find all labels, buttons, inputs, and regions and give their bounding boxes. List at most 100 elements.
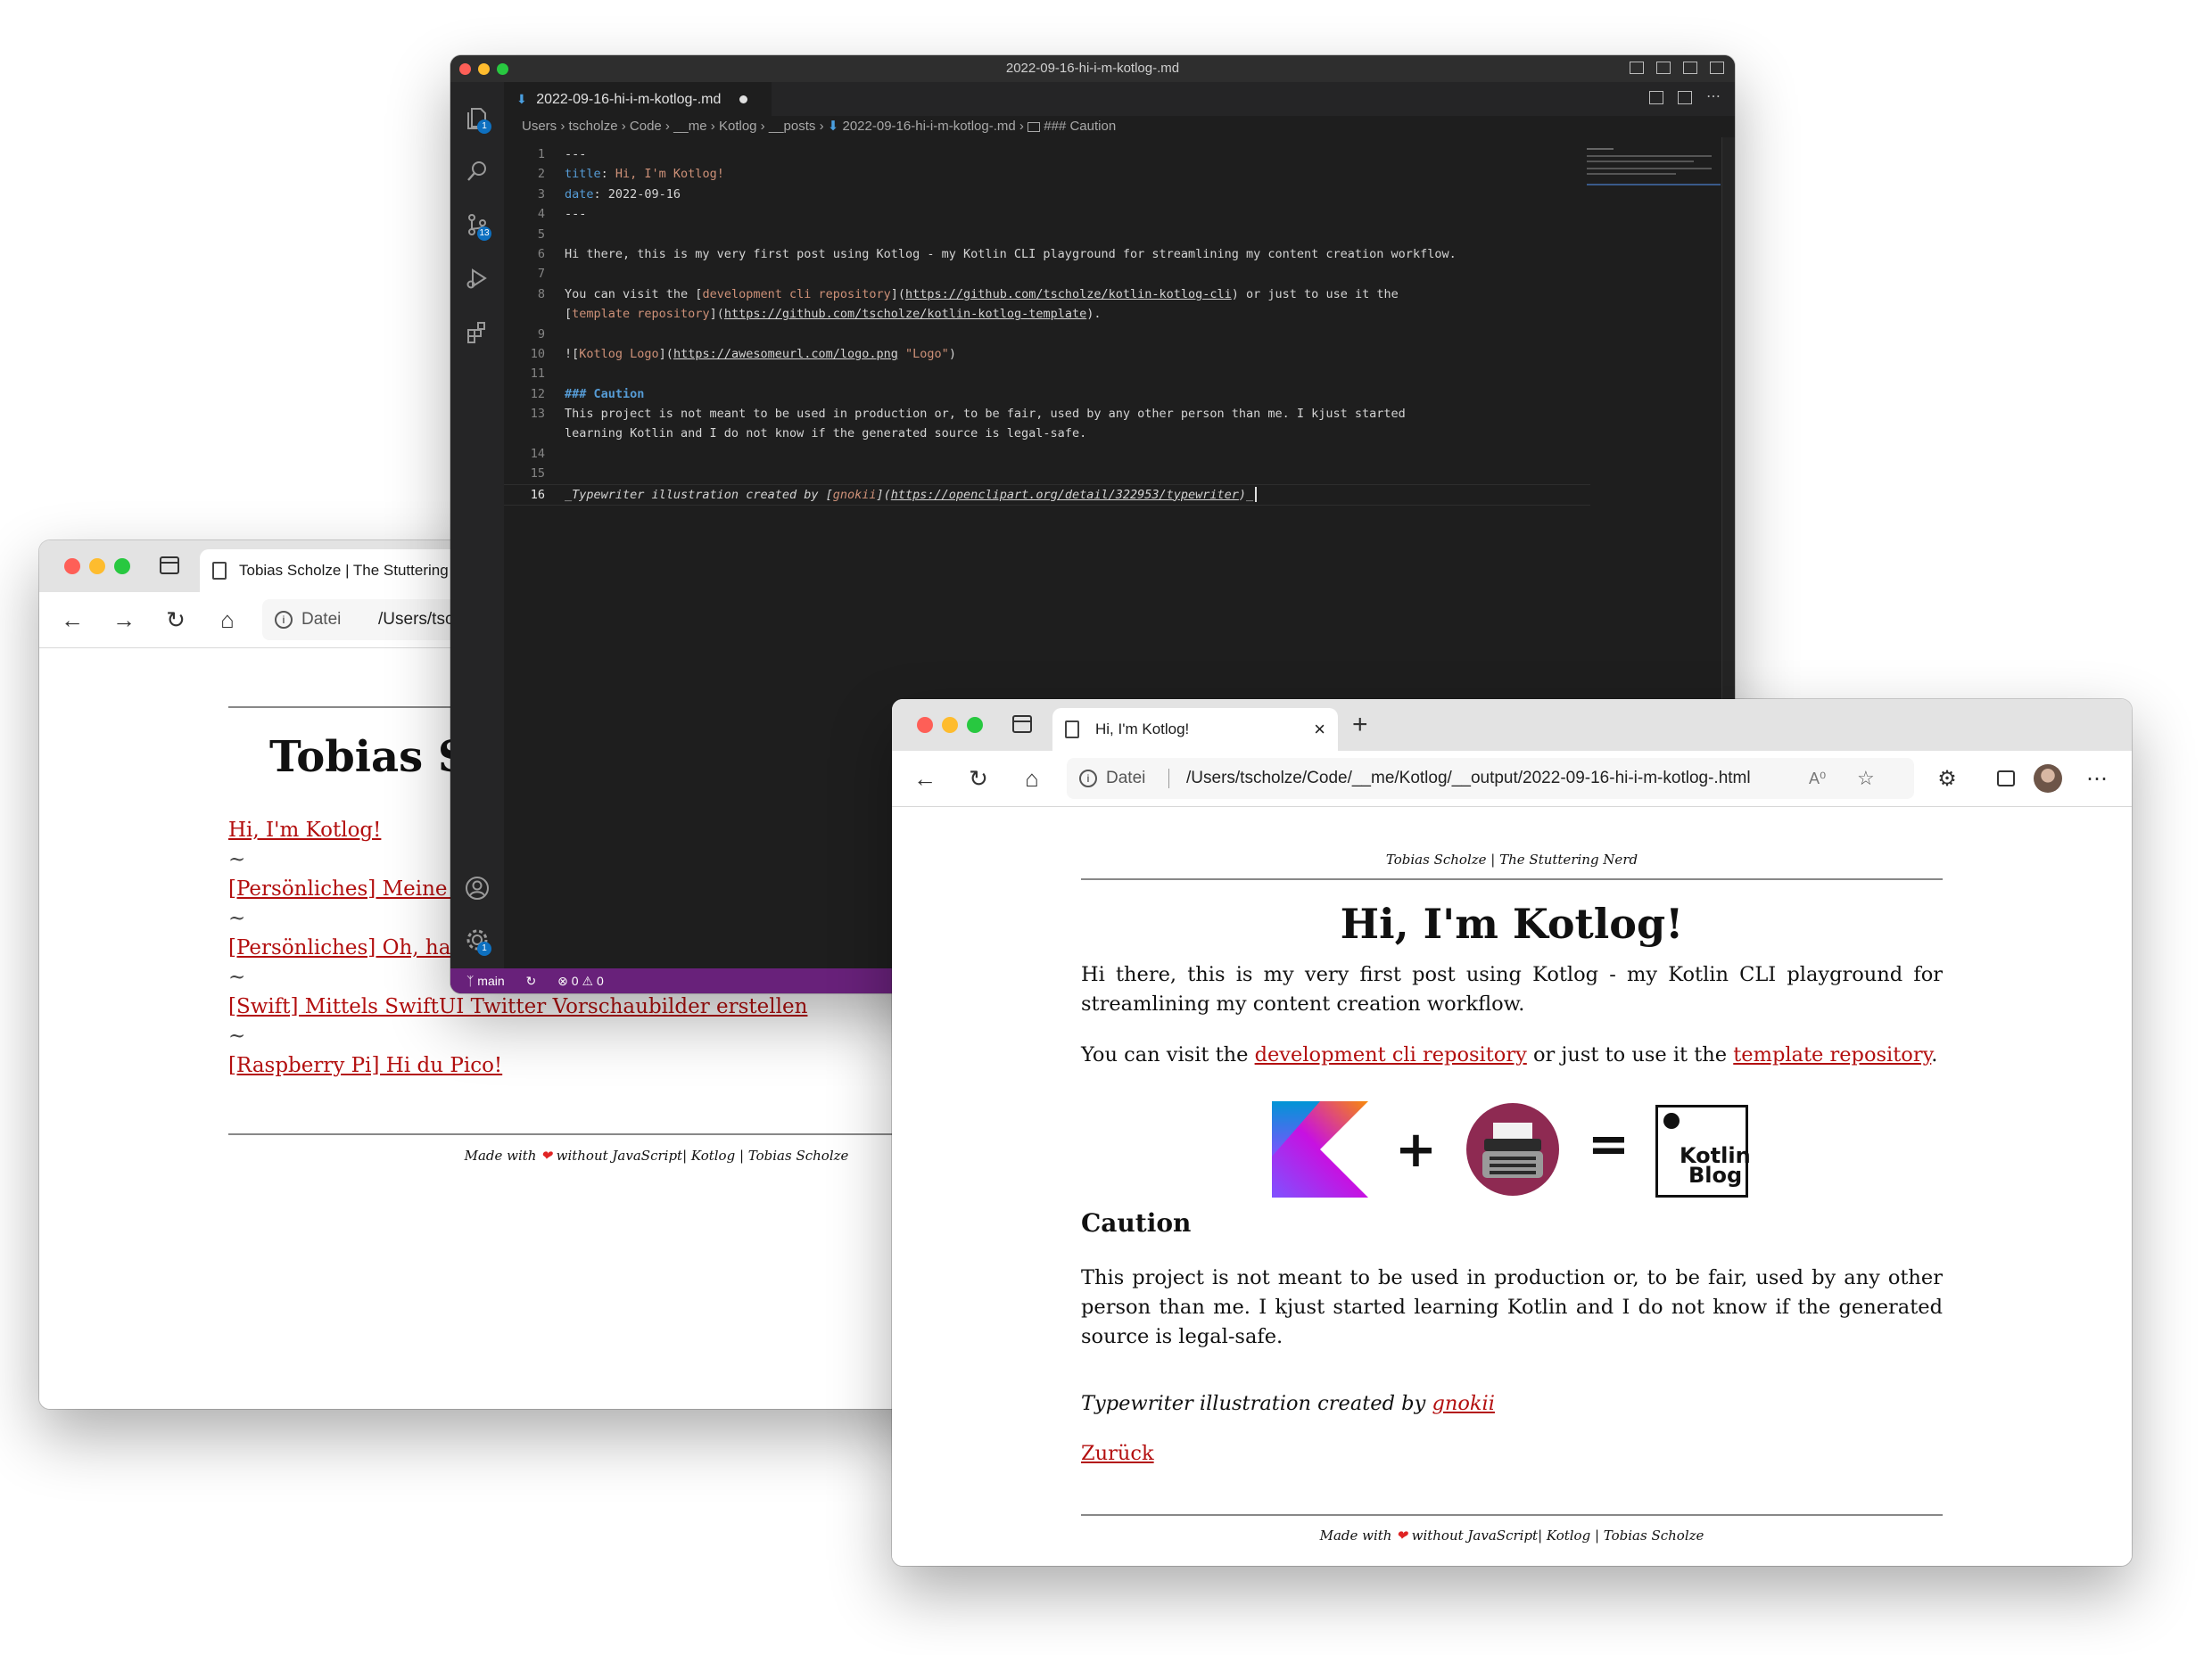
code-line: 9 bbox=[537, 326, 545, 342]
kotlin-blog-badge-icon bbox=[1663, 1113, 1680, 1129]
address-bar[interactable]: i Datei /Users/tscholze/Code/__me/Kotlog… bbox=[1067, 758, 1914, 799]
page-icon bbox=[1065, 720, 1079, 738]
minimap[interactable] bbox=[1587, 144, 1721, 198]
gnokii-link[interactable]: gnokii bbox=[1432, 1392, 1494, 1415]
close-window-button[interactable] bbox=[459, 63, 471, 75]
back-arrow-icon[interactable]: ← bbox=[55, 603, 89, 637]
breadcrumb-item[interactable]: 2022-09-16-hi-i-m-kotlog-.md bbox=[843, 119, 1016, 134]
intro-paragraph: Hi there, this is my very first post usi… bbox=[1081, 963, 1943, 1016]
layout-toggle-icons[interactable] bbox=[1630, 62, 1724, 74]
code-line: 13 This project is not meant to be used i… bbox=[530, 407, 1406, 422]
branch-name[interactable]: main bbox=[477, 974, 504, 988]
breadcrumb-item[interactable]: Code bbox=[630, 119, 662, 134]
split-editor-icon[interactable] bbox=[1678, 91, 1692, 104]
toggle-panel-icon[interactable] bbox=[1656, 62, 1671, 74]
right-browser-toolbar: ← ↻ ⌂ i Datei /Users/tscholze/Code/__me/… bbox=[892, 751, 2132, 807]
settings-badge: 1 bbox=[477, 942, 491, 956]
right-browser-tabbar: Hi, I'm Kotlog! × + bbox=[892, 699, 2132, 751]
post-title: Hi, I'm Kotlog! bbox=[1340, 900, 1684, 948]
close-window-button[interactable] bbox=[64, 558, 80, 574]
code-line: 3 date: 2022-09-16 bbox=[537, 186, 681, 202]
caution-heading: Caution bbox=[1081, 1208, 1192, 1238]
home-icon[interactable]: ⌂ bbox=[1015, 762, 1049, 795]
code-editor[interactable]: 1 --- 2 title: Hi, I'm Kotlog! 3 date: 2022… bbox=[504, 144, 1724, 506]
maximize-window-button[interactable] bbox=[967, 717, 983, 733]
settings-gear-icon[interactable]: 1 bbox=[459, 922, 495, 958]
accounts-icon[interactable] bbox=[459, 870, 495, 906]
run-debug-icon[interactable] bbox=[459, 260, 495, 296]
caution-paragraph: This project is not meant to be used in … bbox=[1081, 1266, 1943, 1348]
post-link[interactable]: [Swift] Mittels SwiftUI Twitter Vorschau… bbox=[228, 995, 807, 1018]
reload-icon[interactable]: ↻ bbox=[159, 603, 193, 637]
development-cli-repository-link[interactable]: development cli repository bbox=[1255, 1043, 1527, 1066]
reload-icon[interactable]: ↻ bbox=[962, 762, 995, 795]
home-icon[interactable]: ⌂ bbox=[210, 603, 244, 637]
warning-icon[interactable]: ⚠ bbox=[582, 974, 593, 988]
unsaved-dot-icon[interactable] bbox=[739, 95, 747, 104]
code-line: 4 --- bbox=[537, 207, 587, 222]
right-browser-tab[interactable]: Hi, I'm Kotlog! × bbox=[1052, 708, 1338, 751]
kotlin-blog-line2: Blog bbox=[1688, 1163, 1743, 1188]
source-control-icon[interactable]: 13 bbox=[459, 207, 495, 243]
code-line: 10 ![Kotlog Logo](https://awesomeurl.com/… bbox=[530, 346, 956, 361]
tab-actions-icon[interactable] bbox=[1012, 715, 1032, 733]
post-link[interactable]: [Raspberry Pi] Hi du Pico! bbox=[228, 1054, 502, 1077]
template-repository-link[interactable]: template repository bbox=[1733, 1043, 1931, 1066]
editor-tab[interactable]: ⬇ 2022-09-16-hi-i-m-kotlog-.md bbox=[504, 82, 772, 116]
toggle-sidebar-icon[interactable] bbox=[1630, 62, 1644, 74]
text-cursor bbox=[1255, 487, 1258, 503]
back-link[interactable]: Zurück bbox=[1081, 1442, 1154, 1465]
window-title: 2022-09-16-hi-i-m-kotlog-.md bbox=[1005, 61, 1180, 76]
new-tab-button[interactable]: + bbox=[1352, 710, 1368, 740]
markdown-file-icon: ⬇ bbox=[827, 119, 839, 134]
breadcrumb-item[interactable]: Kotlog bbox=[719, 119, 757, 134]
forward-arrow-icon[interactable]: → bbox=[107, 603, 141, 637]
breadcrumb-item[interactable]: __me bbox=[673, 119, 707, 134]
code-line: 8 You can visit the [development cli repo… bbox=[537, 286, 1399, 301]
branch-icon[interactable]: ᛉ bbox=[466, 974, 474, 988]
code-line: 12 ### Caution bbox=[530, 386, 645, 401]
code-line: 14 bbox=[530, 446, 545, 461]
separator: ~ bbox=[228, 1025, 246, 1048]
read-aloud-icon[interactable]: A⁰ bbox=[1809, 758, 1826, 799]
customize-layout-icon[interactable] bbox=[1710, 62, 1724, 74]
address-scheme: Datei bbox=[301, 610, 342, 629]
explorer-icon[interactable]: 1 bbox=[459, 100, 495, 136]
breadcrumb: Users › tscholze › Code › __me › Kotlog … bbox=[522, 119, 1117, 134]
maximize-window-button[interactable] bbox=[497, 63, 508, 75]
heart-icon: ❤ bbox=[1396, 1527, 1407, 1544]
activity-bar: 1 13 1 bbox=[450, 82, 504, 968]
explorer-badge: 1 bbox=[477, 119, 491, 134]
maximize-window-button[interactable] bbox=[114, 558, 130, 574]
breadcrumb-item[interactable]: __posts bbox=[769, 119, 816, 134]
favorite-star-icon[interactable]: ☆ bbox=[1857, 758, 1875, 799]
extensions-icon[interactable]: ⚙ bbox=[1930, 762, 1964, 795]
search-icon[interactable] bbox=[459, 153, 495, 189]
code-line: 11 bbox=[530, 366, 545, 382]
collections-icon[interactable] bbox=[1989, 762, 2023, 795]
post-link[interactable]: Hi, I'm Kotlog! bbox=[228, 819, 381, 842]
back-arrow-icon[interactable]: ← bbox=[908, 762, 942, 795]
minimize-window-button[interactable] bbox=[478, 63, 490, 75]
breadcrumb-item[interactable]: tscholze bbox=[569, 119, 618, 134]
tab-actions-icon[interactable] bbox=[160, 556, 179, 574]
more-actions-icon[interactable]: ⋯ bbox=[1706, 90, 1721, 104]
code-line: learning Kotlin and I do not know if the… bbox=[565, 426, 1087, 441]
more-menu-icon[interactable]: ⋯ bbox=[2080, 762, 2114, 795]
toggle-secondary-sidebar-icon[interactable] bbox=[1683, 62, 1697, 74]
open-preview-icon[interactable] bbox=[1649, 91, 1663, 104]
minimize-window-button[interactable] bbox=[942, 717, 958, 733]
close-tab-icon[interactable]: × bbox=[1314, 708, 1325, 751]
minimize-window-button[interactable] bbox=[89, 558, 105, 574]
close-window-button[interactable] bbox=[917, 717, 933, 733]
breadcrumb-item[interactable]: ### Caution bbox=[1044, 119, 1116, 134]
code-line: 15 bbox=[530, 466, 545, 482]
profile-avatar[interactable] bbox=[2034, 764, 2062, 793]
extensions-icon[interactable] bbox=[459, 314, 495, 350]
error-icon[interactable]: ⊗ bbox=[557, 974, 568, 988]
error-count[interactable]: 0 bbox=[572, 974, 579, 988]
breadcrumb-item[interactable]: Users bbox=[522, 119, 557, 134]
sync-icon[interactable]: ↻ bbox=[526, 974, 537, 988]
code-line: 7 bbox=[537, 267, 545, 282]
warning-count[interactable]: 0 bbox=[597, 974, 604, 988]
